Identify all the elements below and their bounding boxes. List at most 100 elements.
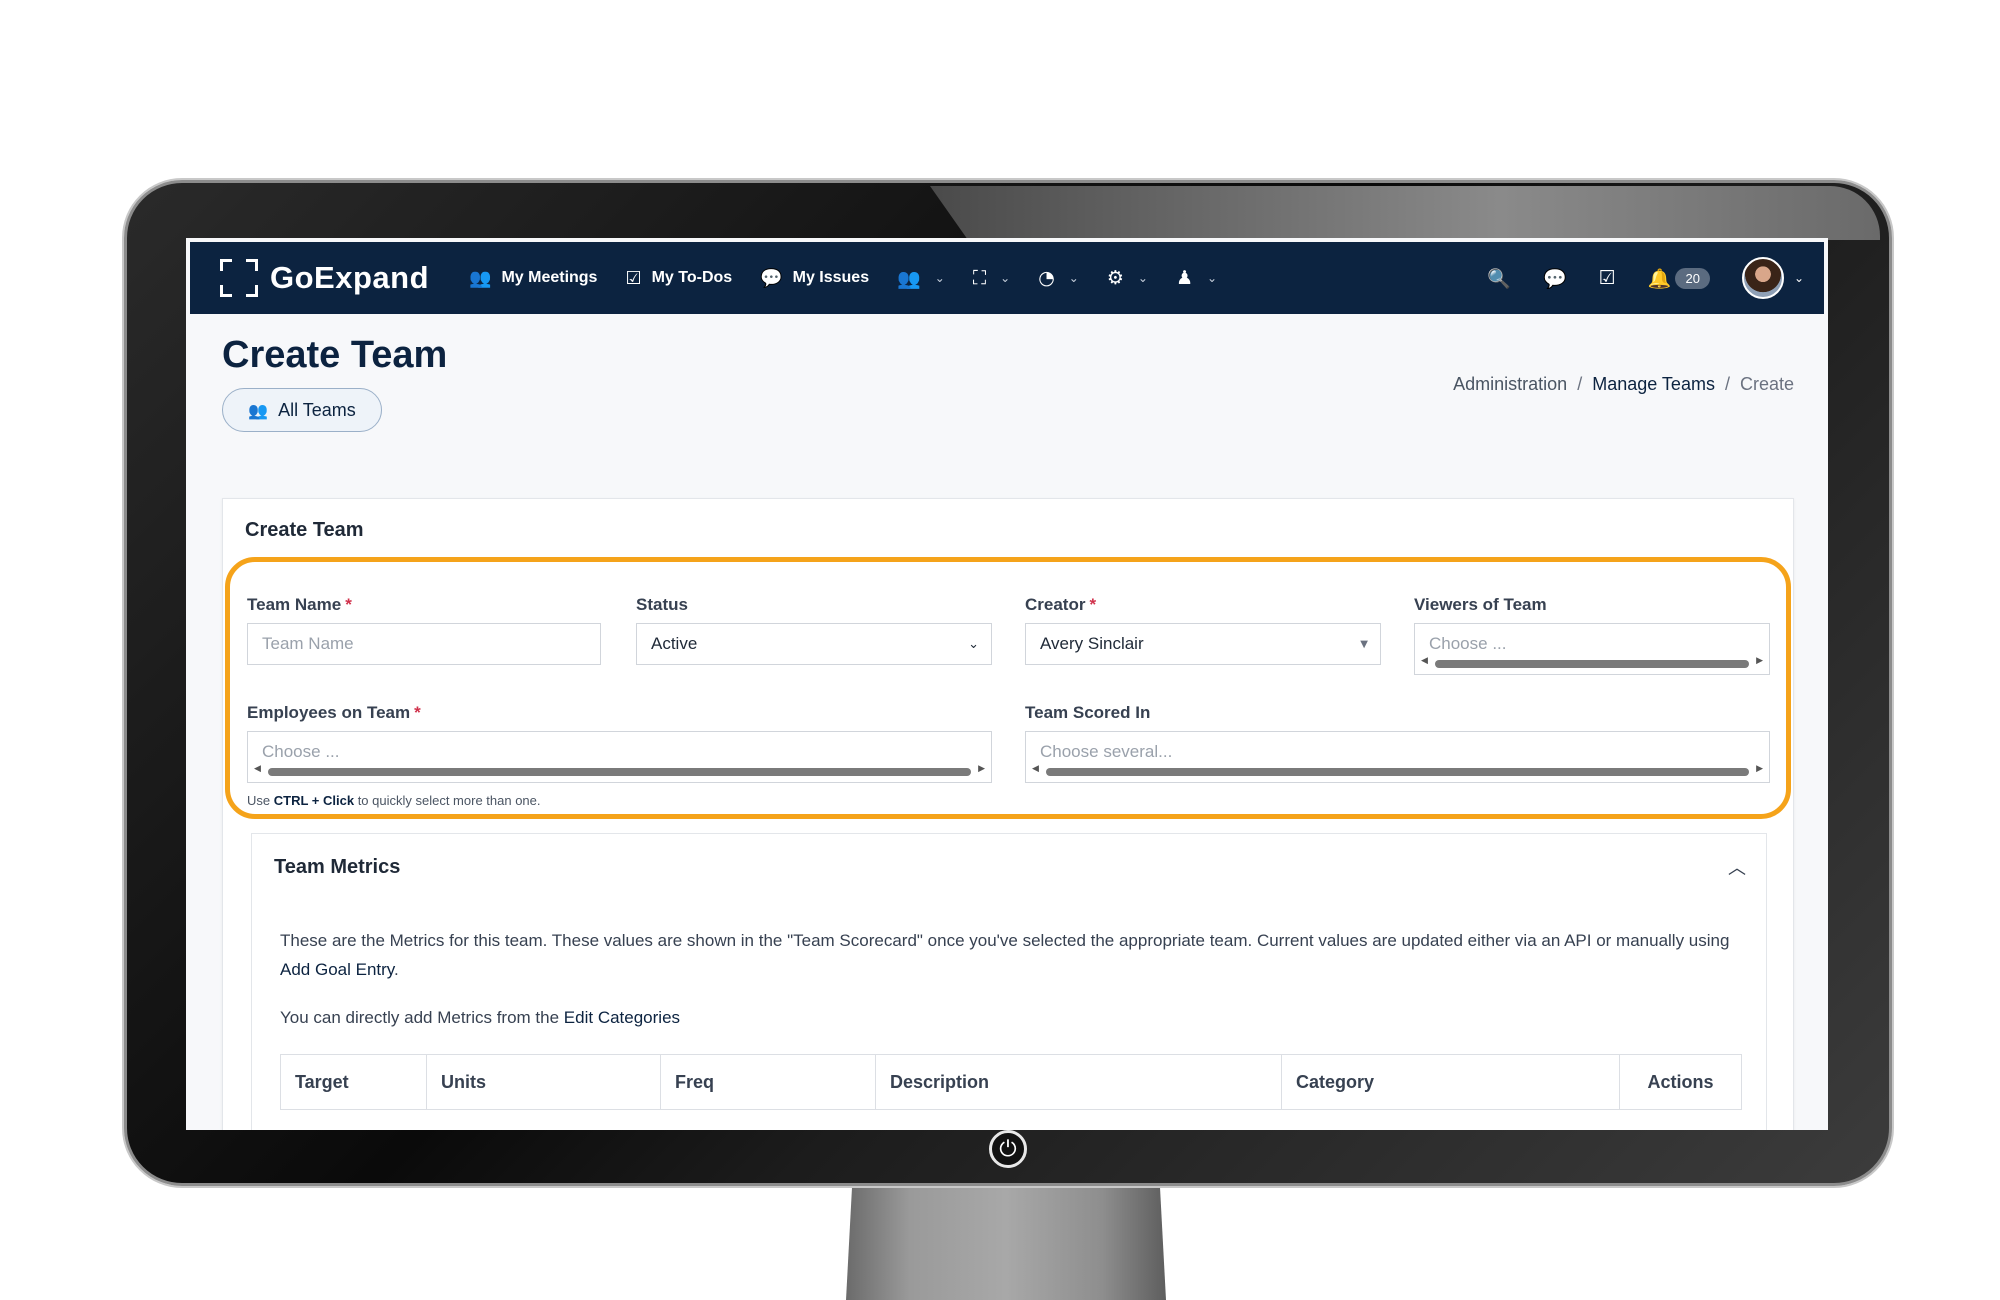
logo-text: GoExpand bbox=[270, 260, 430, 295]
search-icon[interactable]: 🔍 bbox=[1487, 267, 1511, 290]
column-header-freq[interactable]: Freq bbox=[661, 1055, 876, 1109]
scrollbar-thumb[interactable] bbox=[1435, 660, 1749, 668]
meetings-icon: 👥 bbox=[469, 267, 492, 289]
scroll-right-icon[interactable]: ▶ bbox=[1756, 656, 1763, 666]
employees-label: Employees on Team * bbox=[247, 703, 421, 723]
team-scored-placeholder: Choose several... bbox=[1040, 742, 1173, 761]
users-icon: 👥 bbox=[897, 267, 921, 290]
nav-users-dropdown[interactable]: 👥 ⌄ bbox=[897, 267, 945, 290]
chevron-down-icon[interactable]: ⌄ bbox=[1794, 271, 1804, 285]
column-header-description[interactable]: Description bbox=[876, 1055, 1282, 1109]
required-marker: * bbox=[414, 703, 421, 722]
team-scored-label: Team Scored In bbox=[1025, 703, 1151, 722]
nav-label: My Issues bbox=[792, 269, 870, 286]
required-marker: * bbox=[1089, 595, 1097, 614]
employees-placeholder: Choose ... bbox=[262, 742, 340, 761]
scroll-right-icon[interactable]: ▶ bbox=[1756, 764, 1763, 774]
employees-multiselect[interactable]: Choose ... ◀ ▶ bbox=[247, 731, 992, 783]
team-name-label: Team Name * bbox=[247, 595, 352, 615]
required-marker: * bbox=[345, 595, 352, 614]
team-metrics-panel: Team Metrics ︿ These are the Metrics for… bbox=[251, 833, 1767, 1130]
card-title: Create Team bbox=[245, 519, 364, 541]
user-tie-icon: ♟ bbox=[1175, 267, 1194, 289]
logo[interactable]: GoExpand bbox=[220, 259, 429, 297]
nav-my-meetings[interactable]: 👥 My Meetings bbox=[469, 268, 597, 289]
screen: GoExpand 👥 My Meetings ☑ My To-Dos 💬 My … bbox=[186, 238, 1828, 1130]
nav-label: My To-Dos bbox=[651, 269, 733, 286]
chat-icon[interactable]: 💬 bbox=[1543, 267, 1567, 290]
tasks-icon[interactable]: ☑ bbox=[1599, 267, 1616, 289]
column-header-actions[interactable]: Actions bbox=[1620, 1055, 1741, 1109]
team-metrics-note: You can directly add Metrics from the Ed… bbox=[280, 1008, 680, 1028]
nav-my-todos[interactable]: ☑ My To-Dos bbox=[625, 268, 732, 289]
chat-bubbles-icon: 💬 bbox=[760, 267, 783, 289]
avatar[interactable] bbox=[1741, 257, 1784, 299]
chevron-down-icon: ⌄ bbox=[1207, 271, 1218, 285]
metrics-table-header: Target Units Freq Description Category A… bbox=[280, 1054, 1742, 1110]
scrollbar-thumb[interactable] bbox=[268, 768, 971, 776]
monitor-stand bbox=[846, 1180, 1166, 1300]
edit-categories-link[interactable]: Edit Categories bbox=[564, 1008, 680, 1027]
hint-suffix: to quickly select more than one. bbox=[357, 793, 541, 808]
chevron-up-icon[interactable]: ︿ bbox=[1728, 854, 1746, 880]
column-header-category[interactable]: Category bbox=[1282, 1055, 1620, 1109]
chevron-down-icon: ⌄ bbox=[1137, 271, 1148, 285]
horizontal-scrollbar[interactable]: ◀ ▶ bbox=[252, 764, 987, 778]
description-text: These are the Metrics for this team. The… bbox=[280, 931, 1730, 950]
scroll-left-icon[interactable]: ◀ bbox=[254, 764, 261, 774]
horizontal-scrollbar[interactable]: ◀ ▶ bbox=[1419, 656, 1765, 670]
nav-admin-dropdown[interactable]: ♟ ⌄ bbox=[1176, 267, 1217, 289]
label-text: Team Name bbox=[247, 595, 342, 614]
column-header-target[interactable]: Target bbox=[281, 1055, 427, 1109]
logo-icon bbox=[220, 259, 258, 297]
navbar: GoExpand 👥 My Meetings ☑ My To-Dos 💬 My … bbox=[190, 242, 1824, 314]
hint-keys: CTRL + Click bbox=[273, 793, 355, 808]
status-label: Status bbox=[636, 595, 688, 614]
status-select[interactable]: Active ⌄ bbox=[636, 623, 992, 665]
nav-label: My Meetings bbox=[501, 269, 598, 286]
breadcrumb-manage-teams[interactable]: Manage Teams bbox=[1592, 374, 1715, 395]
nav-dashboard-dropdown[interactable]: ◔ ⌄ bbox=[1038, 267, 1079, 289]
viewers-multiselect[interactable]: Choose ... ◀ ▶ bbox=[1414, 623, 1770, 675]
label-text: Creator bbox=[1025, 595, 1086, 614]
column-header-units[interactable]: Units bbox=[427, 1055, 661, 1109]
status-value: Active bbox=[651, 634, 698, 653]
dashboard-gauge-icon: ◔ bbox=[1038, 267, 1055, 289]
bell-icon[interactable]: 🔔 bbox=[1648, 267, 1672, 290]
horizontal-scrollbar[interactable]: ◀ ▶ bbox=[1030, 764, 1765, 778]
breadcrumb-current: Create bbox=[1739, 374, 1794, 394]
note-text: You can directly add Metrics from the bbox=[280, 1008, 560, 1027]
monitor-glare bbox=[930, 186, 1880, 240]
label-text: Employees on Team bbox=[247, 703, 411, 722]
creator-label: Creator * bbox=[1025, 595, 1096, 615]
chevron-down-icon: ⌄ bbox=[1068, 271, 1079, 285]
breadcrumb-separator: / bbox=[1724, 374, 1730, 394]
team-name-input[interactable]: Team Name bbox=[247, 623, 601, 665]
viewers-label: Viewers of Team bbox=[1414, 595, 1547, 614]
scroll-left-icon[interactable]: ◀ bbox=[1032, 764, 1039, 774]
checkbox-icon: ☑ bbox=[625, 267, 642, 289]
all-teams-button[interactable]: 👥 All Teams bbox=[222, 388, 382, 432]
scroll-right-icon[interactable]: ▶ bbox=[978, 764, 985, 774]
notification-badge[interactable]: 20 bbox=[1675, 267, 1710, 289]
add-goal-entry-link[interactable]: Add Goal Entry bbox=[280, 960, 394, 979]
multiselect-hint: Use CTRL + Click to quickly select more … bbox=[247, 793, 541, 808]
chevron-down-icon: ⌄ bbox=[968, 636, 979, 652]
team-metrics-title: Team Metrics bbox=[274, 856, 401, 878]
viewers-placeholder: Choose ... bbox=[1429, 634, 1507, 653]
team-scored-multiselect[interactable]: Choose several... ◀ ▶ bbox=[1025, 731, 1770, 783]
breadcrumb-administration[interactable]: Administration bbox=[1453, 374, 1567, 395]
all-teams-label: All Teams bbox=[278, 399, 356, 420]
chevron-down-icon: ⌄ bbox=[934, 271, 945, 285]
creator-value: Avery Sinclair bbox=[1040, 634, 1144, 653]
nav-settings-dropdown[interactable]: ⚙ ⌄ bbox=[1107, 267, 1148, 289]
scroll-left-icon[interactable]: ◀ bbox=[1421, 656, 1428, 666]
nav-my-issues[interactable]: 💬 My Issues bbox=[760, 268, 869, 289]
nav-org-dropdown[interactable]: ⛶ ⌄ bbox=[973, 267, 1010, 289]
page-title: Create Team bbox=[222, 334, 448, 376]
creator-select[interactable]: Avery Sinclair ▼ bbox=[1025, 623, 1381, 665]
caret-down-icon: ▼ bbox=[1360, 638, 1368, 650]
breadcrumb-separator: / bbox=[1577, 374, 1583, 394]
scrollbar-thumb[interactable] bbox=[1046, 768, 1749, 776]
users-icon: 👥 bbox=[248, 400, 269, 420]
